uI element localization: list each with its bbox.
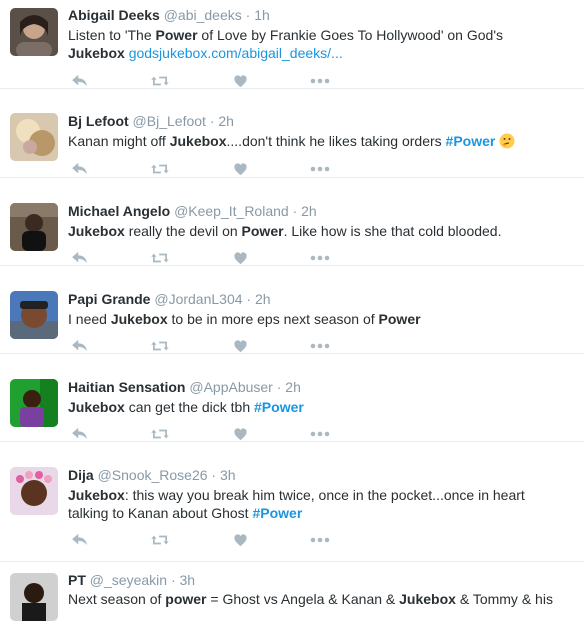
heart-icon[interactable] (228, 159, 252, 179)
tweet-text: Jukebox really the devil on Power. Like … (68, 223, 502, 239)
tweet-text: I need Jukebox to be in more eps next se… (68, 311, 421, 327)
retweet-icon[interactable] (148, 159, 172, 179)
keyword: Power (241, 223, 284, 239)
timestamp[interactable]: 2h (255, 291, 271, 307)
user-handle[interactable]: @AppAbuser (189, 379, 272, 395)
separator: · (170, 572, 176, 588)
avatar[interactable] (10, 203, 58, 251)
user-name[interactable]: PT (68, 572, 86, 588)
user-name[interactable]: Dija (68, 467, 94, 483)
tweet[interactable]: Papi Grande @JordanL304 · 2h I need Juke… (0, 265, 584, 354)
tweet-header: PT @_seyeakin · 3h (68, 572, 195, 588)
more-icon[interactable] (308, 530, 332, 550)
timestamp[interactable]: 2h (301, 203, 317, 219)
user-handle[interactable]: @_seyeakin (90, 572, 167, 588)
tweet[interactable]: Abigail Deeks @abi_deeks · 1h Listen to … (0, 0, 584, 89)
keyword: Jukebox (68, 45, 125, 61)
user-handle[interactable]: @abi_deeks (164, 7, 242, 23)
hashtag[interactable]: #Power (254, 399, 304, 415)
hashtag[interactable]: #Power (446, 133, 496, 149)
tweet-text: Listen to 'The Power of Love by Frankie … (68, 27, 503, 61)
separator: · (211, 467, 217, 483)
timestamp[interactable]: 2h (285, 379, 301, 395)
user-name[interactable]: Abigail Deeks (68, 7, 160, 23)
keyword: Jukebox (169, 133, 227, 149)
tweet-header: Haitian Sensation @AppAbuser · 2h (68, 379, 301, 395)
tweet-text: Next season of power = Ghost vs Angela &… (68, 591, 553, 607)
avatar[interactable] (10, 113, 58, 161)
user-name[interactable]: Bj Lefoot (68, 113, 129, 129)
tweet-header: Abigail Deeks @abi_deeks · 1h (68, 7, 270, 23)
keyword: power (165, 591, 207, 607)
reply-icon[interactable] (68, 530, 92, 550)
timestamp[interactable]: 1h (254, 7, 270, 23)
tweet-text: Jukebox: this way you break him twice, o… (68, 487, 525, 521)
tweet-header: Papi Grande @JordanL304 · 2h (68, 291, 271, 307)
avatar[interactable] (10, 291, 58, 339)
keyword: Power (155, 27, 198, 43)
retweet-icon[interactable] (148, 530, 172, 550)
reply-icon[interactable] (68, 159, 92, 179)
heart-icon[interactable] (228, 530, 252, 550)
tweet[interactable]: Michael Angelo @Keep_It_Roland · 2h Juke… (0, 177, 584, 266)
timestamp[interactable]: 2h (218, 113, 234, 129)
tweet-header: Dija @Snook_Rose26 · 3h (68, 467, 236, 483)
keyword: Power (378, 311, 421, 327)
more-icon[interactable] (308, 159, 332, 179)
thinking-face-emoji (499, 133, 515, 149)
separator: · (276, 379, 282, 395)
user-handle[interactable]: @JordanL304 (154, 291, 242, 307)
timestamp[interactable]: 3h (180, 572, 196, 588)
tweet-text: Kanan might off Jukebox....don't think h… (68, 132, 574, 150)
tweet[interactable]: Haitian Sensation @AppAbuser · 2h Jukebo… (0, 353, 584, 442)
keyword: Jukebox (68, 487, 125, 503)
tweet-header: Michael Angelo @Keep_It_Roland · 2h (68, 203, 317, 219)
avatar[interactable] (10, 379, 58, 427)
user-handle[interactable]: @Keep_It_Roland (174, 203, 289, 219)
separator: · (292, 203, 298, 219)
tweet[interactable]: PT @_seyeakin · 3h Next season of power … (0, 561, 584, 621)
separator: · (209, 113, 215, 129)
user-name[interactable]: Haitian Sensation (68, 379, 185, 395)
avatar[interactable] (10, 573, 58, 621)
tweet[interactable]: Bj Lefoot @Bj_Lefoot · 2h Kanan might of… (0, 88, 584, 178)
hashtag[interactable]: #Power (252, 505, 302, 521)
user-handle[interactable]: @Bj_Lefoot (133, 113, 206, 129)
tweet[interactable]: Dija @Snook_Rose26 · 3h Jukebox: this wa… (0, 441, 584, 562)
tweet-header: Bj Lefoot @Bj_Lefoot · 2h (68, 113, 234, 129)
avatar[interactable] (10, 8, 58, 56)
user-name[interactable]: Papi Grande (68, 291, 150, 307)
tweet-text: Jukebox can get the dick tbh #Power (68, 399, 304, 415)
keyword: Jukebox (399, 591, 456, 607)
user-name[interactable]: Michael Angelo (68, 203, 170, 219)
timestamp[interactable]: 3h (220, 467, 236, 483)
separator: · (246, 291, 252, 307)
tweet-link[interactable]: godsjukebox.com/abigail_deeks/... (129, 45, 343, 61)
keyword: Jukebox (68, 223, 125, 239)
user-handle[interactable]: @Snook_Rose26 (98, 467, 208, 483)
separator: · (245, 7, 251, 23)
tweet-actions (68, 159, 348, 179)
avatar[interactable] (10, 467, 58, 515)
tweet-actions (68, 530, 348, 550)
keyword: Jukebox (68, 399, 125, 415)
keyword: Jukebox (110, 311, 168, 327)
